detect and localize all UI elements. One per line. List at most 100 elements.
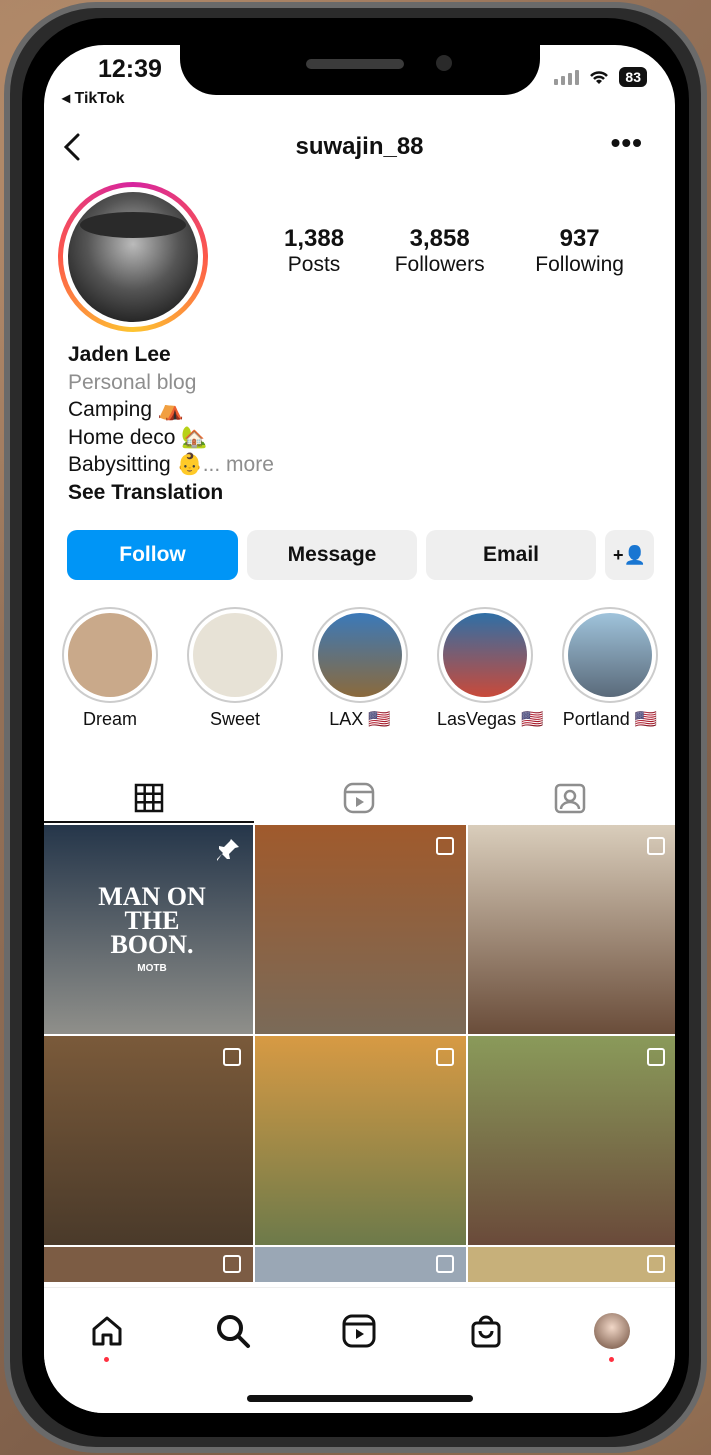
carousel-icon <box>647 837 665 855</box>
post-overlay-subtitle: MOTB <box>137 963 167 974</box>
highlight-cover <box>443 613 527 697</box>
stat-value: 1,388 <box>284 225 345 252</box>
camera <box>436 55 452 71</box>
highlight-item[interactable]: Sweet <box>187 607 283 730</box>
bio-more-link[interactable]: ... more <box>203 453 274 476</box>
post-thumbnail[interactable] <box>44 1036 253 1245</box>
email-button[interactable]: Email <box>426 530 596 580</box>
nav-reels[interactable] <box>334 1306 384 1356</box>
profile-tabs <box>44 772 675 824</box>
post-thumbnail[interactable] <box>44 1247 253 1282</box>
shopping-bag-icon <box>471 1315 501 1348</box>
search-icon <box>217 1315 251 1348</box>
notification-dot <box>104 1357 110 1362</box>
highlight-item[interactable]: LasVegas 🇺🇸 <box>437 607 544 730</box>
carousel-icon <box>647 1048 665 1066</box>
notch <box>180 45 540 95</box>
carousel-icon <box>647 1255 665 1273</box>
highlight-label: Sweet <box>209 709 261 729</box>
highlight-cover <box>68 613 152 697</box>
highlight-cover <box>568 613 652 697</box>
message-button[interactable]: Message <box>247 530 417 580</box>
highlight-label: Portland 🇺🇸 <box>562 709 658 729</box>
highlight-cover <box>318 613 402 697</box>
post-thumbnail[interactable] <box>255 1247 466 1282</box>
highlight-label: LasVegas 🇺🇸 <box>437 709 544 729</box>
nav-search[interactable] <box>208 1306 258 1356</box>
stat-following[interactable]: 937 Following <box>535 225 624 277</box>
stat-posts[interactable]: 1,388 Posts <box>284 225 344 277</box>
nav-shop[interactable] <box>461 1306 511 1356</box>
post-thumbnail[interactable] <box>255 1036 466 1245</box>
nav-home[interactable] <box>82 1306 132 1362</box>
profile-stats: 1,388 Posts 3,858 Followers 937 Followin… <box>284 225 624 277</box>
display-name: Jaden Lee <box>68 343 171 366</box>
story-ring[interactable] <box>58 182 208 332</box>
highlight-ring <box>312 607 408 703</box>
more-options-icon[interactable]: ••• <box>611 127 643 159</box>
post-grid: MAN ON THE BOON. MOTB <box>44 825 675 1282</box>
highlight-cover <box>193 613 277 697</box>
profile-header: suwajin_88 ••• <box>44 123 675 173</box>
carousel-icon <box>436 837 454 855</box>
tab-tagged[interactable] <box>465 772 675 824</box>
stat-value: 3,858 <box>409 225 470 252</box>
notification-dot <box>608 1357 614 1362</box>
stat-label: Followers <box>394 253 485 276</box>
suggest-user-button[interactable]: +👤 <box>605 530 654 580</box>
signal-icon <box>554 69 580 85</box>
tagged-icon <box>554 783 586 814</box>
highlight-ring <box>62 607 158 703</box>
active-tab-indicator <box>44 821 254 823</box>
follow-button[interactable]: Follow <box>67 530 238 580</box>
avatar[interactable] <box>68 192 198 322</box>
post-overlay-title: MAN ON THE BOON. <box>98 882 206 959</box>
status-indicators: 83 <box>554 67 647 87</box>
battery-indicator: 83 <box>619 67 647 87</box>
tab-reels[interactable] <box>254 772 464 824</box>
highlight-item[interactable]: Dream <box>62 607 158 730</box>
home-icon <box>92 1316 122 1346</box>
post-thumbnail[interactable] <box>468 1036 675 1245</box>
reels-icon <box>342 1314 376 1348</box>
highlight-label: LAX 🇺🇸 <box>329 709 391 729</box>
username-title: suwajin_88 <box>295 133 424 160</box>
profile-actions: Follow Message Email +👤 <box>67 530 654 580</box>
highlight-item[interactable]: LAX 🇺🇸 <box>312 607 408 730</box>
highlight-item[interactable]: Portland 🇺🇸 <box>562 607 658 730</box>
home-indicator[interactable] <box>247 1395 473 1402</box>
pin-icon <box>217 839 239 861</box>
wifi-icon <box>590 71 609 84</box>
story-highlights: Dream Sweet LAX 🇺🇸 LasVegas 🇺🇸 Portland … <box>62 607 658 730</box>
screen: 12:39 ◂ TikTok 83 suwajin_88 ••• 1,388 P… <box>44 45 675 1413</box>
stat-value: 937 <box>559 225 600 252</box>
post-thumbnail[interactable] <box>468 825 675 1034</box>
carousel-icon <box>436 1048 454 1066</box>
highlight-label: Dream <box>82 709 137 729</box>
post-thumbnail[interactable] <box>468 1247 675 1282</box>
highlight-ring <box>562 607 658 703</box>
bio-line: Camping ⛺ <box>68 398 185 421</box>
post-thumbnail[interactable] <box>255 825 466 1034</box>
speaker <box>306 59 404 69</box>
post-thumbnail[interactable]: MAN ON THE BOON. MOTB <box>44 825 253 1034</box>
tab-grid[interactable] <box>44 772 254 824</box>
reels-icon <box>344 782 375 814</box>
see-translation-link[interactable]: See Translation <box>68 479 274 507</box>
carousel-icon <box>223 1255 241 1273</box>
bio-line-with-more: Babysitting 👶... more <box>68 451 274 479</box>
carousel-icon <box>223 1048 241 1066</box>
stat-followers[interactable]: 3,858 Followers <box>395 225 485 277</box>
highlight-ring <box>187 607 283 703</box>
profile-avatar-icon <box>593 1313 630 1349</box>
bio-line: Babysitting 👶 <box>68 453 203 476</box>
bio: Jaden Lee Personal blog Camping ⛺ Home d… <box>68 341 274 506</box>
nav-profile[interactable] <box>587 1306 637 1362</box>
bio-line: Home deco 🏡 <box>68 425 208 449</box>
carousel-icon <box>436 1255 454 1273</box>
status-time: 12:39 <box>98 55 162 83</box>
back-to-app-link[interactable]: ◂ TikTok <box>62 88 125 108</box>
hat-shape <box>80 212 186 238</box>
category-label: Personal blog <box>68 370 197 394</box>
stat-label: Following <box>535 253 624 276</box>
